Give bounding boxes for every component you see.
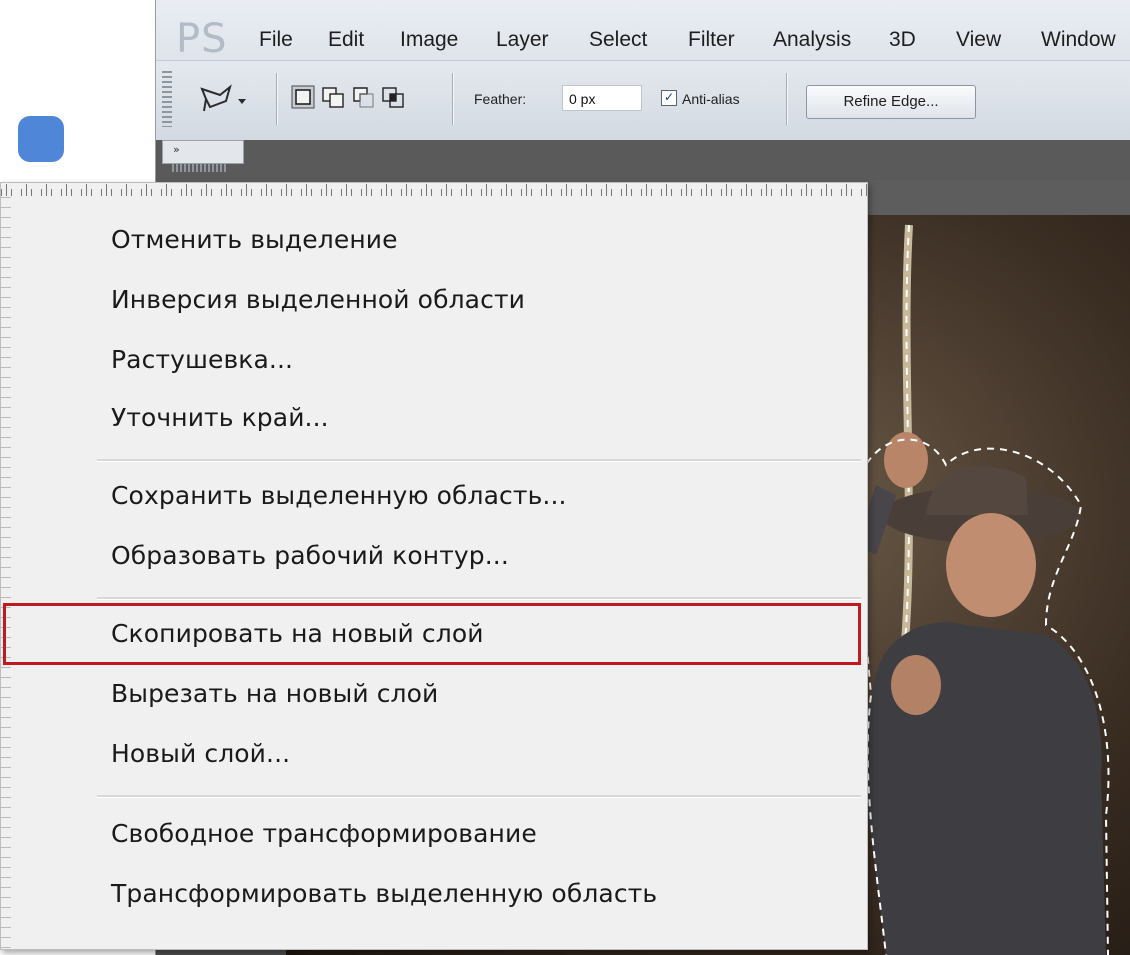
menu-layer[interactable]: Layer xyxy=(496,28,549,52)
tools-panel-grip[interactable] xyxy=(172,164,228,172)
separator xyxy=(786,73,787,125)
subtract-from-selection-icon[interactable] xyxy=(351,85,375,109)
menu-item-transform-selection[interactable]: Трансформировать выделенную область xyxy=(111,879,657,908)
menu-item-refine-edge[interactable]: Уточнить край... xyxy=(111,403,329,432)
menu-item-feather[interactable]: Растушевка... xyxy=(111,345,293,374)
menu-image[interactable]: Image xyxy=(400,28,458,52)
panel-strip: » xyxy=(156,140,1130,180)
separator xyxy=(452,73,453,125)
menu-3d[interactable]: 3D xyxy=(889,28,916,52)
menu-separator xyxy=(97,795,861,798)
context-menu: Отменить выделение Инверсия выделенной о… xyxy=(0,182,868,950)
add-to-selection-icon[interactable] xyxy=(321,85,345,109)
collapse-arrows-icon: » xyxy=(173,143,180,156)
ruler-major-ticks xyxy=(1,183,867,197)
separator xyxy=(276,73,277,125)
intersect-selection-icon[interactable] xyxy=(381,85,405,109)
menu-item-free-transform[interactable]: Свободное трансформирование xyxy=(111,819,537,848)
menu-file[interactable]: File xyxy=(259,28,293,52)
polygonal-lasso-icon[interactable] xyxy=(196,81,248,119)
menu-filter[interactable]: Filter xyxy=(688,28,735,52)
menu-item-select-inverse[interactable]: Инверсия выделенной области xyxy=(111,285,525,314)
options-bar: Feather: 0 px ✓ Anti-alias Refine Edge..… xyxy=(156,60,1130,142)
menu-separator xyxy=(97,459,861,462)
menu-item-new-layer[interactable]: Новый слой... xyxy=(111,739,290,768)
refine-edge-button[interactable]: Refine Edge... xyxy=(806,85,976,119)
menu-window[interactable]: Window xyxy=(1041,28,1116,52)
highlight-box xyxy=(3,603,861,665)
menu-item-save-selection[interactable]: Сохранить выделенную область... xyxy=(111,481,567,510)
menu-item-deselect[interactable]: Отменить выделение xyxy=(111,225,398,254)
feather-label: Feather: xyxy=(474,91,527,107)
menu-select[interactable]: Select xyxy=(589,28,647,52)
menu-item-make-work-path[interactable]: Образовать рабочий контур... xyxy=(111,541,509,570)
options-bar-grip[interactable] xyxy=(162,71,172,127)
vertical-ruler xyxy=(1,197,11,949)
menu-edit[interactable]: Edit xyxy=(328,28,364,52)
antialias-label: Anti-alias xyxy=(682,91,740,107)
new-selection-icon[interactable] xyxy=(291,85,315,109)
menu-item-layer-via-cut[interactable]: Вырезать на новый слой xyxy=(111,679,438,708)
ps-logo: PS xyxy=(176,16,228,62)
menu-analysis[interactable]: Analysis xyxy=(773,28,851,52)
feather-input[interactable]: 0 px xyxy=(562,85,642,111)
menu-view[interactable]: View xyxy=(956,28,1001,52)
menu-separator xyxy=(97,597,861,600)
collapse-panels-button[interactable]: » xyxy=(162,140,244,164)
blue-dot-marker xyxy=(18,116,64,162)
antialias-checkbox[interactable]: ✓ xyxy=(661,90,677,106)
